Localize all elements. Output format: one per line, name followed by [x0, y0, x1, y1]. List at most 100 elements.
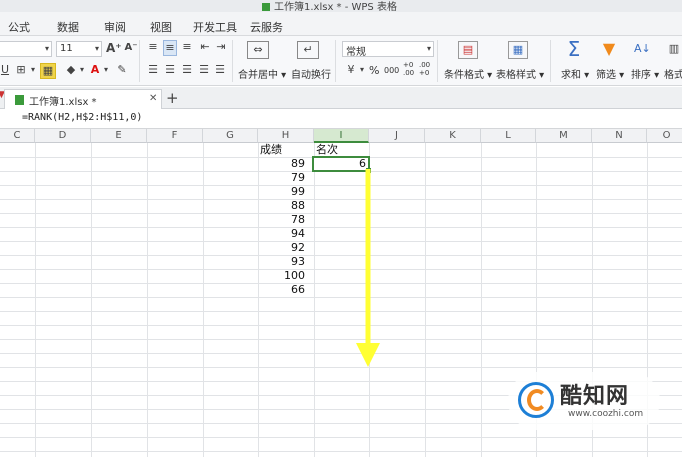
formula-bar[interactable]: =RANK(H2,H$2:H$11,0)	[0, 110, 682, 129]
column-header-k[interactable]: K	[425, 129, 481, 143]
format-icon[interactable]: ▥	[666, 41, 682, 57]
align-right-icon[interactable]: ☰	[180, 63, 194, 77]
menu-cloud[interactable]: 云服务	[250, 19, 283, 35]
align-bottom-icon[interactable]: ≡	[180, 40, 194, 54]
font-color-icon[interactable]: A	[88, 63, 102, 77]
conditional-format-icon[interactable]: ▤	[458, 41, 478, 59]
currency-icon[interactable]: ¥	[343, 63, 359, 77]
cell-h5[interactable]: 88	[258, 198, 305, 213]
tab-workbook1[interactable]: 工作簿1.xlsx * ✕	[4, 89, 162, 109]
table-style-button[interactable]: 表格样式 ▾	[496, 66, 544, 81]
wrap-text-button[interactable]: 自动换行	[291, 66, 331, 81]
clear-format-icon[interactable]: ✎	[114, 63, 130, 77]
table-style-icon[interactable]: ▦	[508, 41, 528, 59]
conditional-format-label: 条件格式	[444, 70, 484, 81]
sum-icon[interactable]: Σ	[564, 39, 584, 59]
column-header-h[interactable]: H	[258, 129, 314, 143]
sort-label: 排序	[631, 70, 651, 81]
gridline	[0, 255, 682, 256]
sum-button[interactable]: 求和 ▾	[561, 66, 589, 81]
menu-formula[interactable]: 公式	[8, 19, 30, 35]
merge-center-icon[interactable]: ⇔	[247, 41, 269, 59]
chevron-down-icon[interactable]: ▾	[102, 63, 110, 77]
chevron-down-icon[interactable]: ▾	[29, 63, 37, 77]
wps-sheet-icon	[262, 3, 270, 11]
thousands-button[interactable]: 000	[384, 66, 399, 75]
distributed-icon[interactable]: ☰	[213, 63, 227, 77]
justify-icon[interactable]: ☰	[197, 63, 211, 77]
close-icon[interactable]: ✕	[149, 93, 157, 104]
increase-font-icon[interactable]: A⁺	[106, 41, 122, 55]
cell-h9[interactable]: 93	[258, 254, 305, 269]
spreadsheet-grid[interactable]: C D E F G H I J K L M N O 成绩 名次 6 89 79 …	[0, 129, 682, 457]
menu-data[interactable]: 数据	[57, 19, 79, 35]
borders-icon[interactable]: ⊞	[14, 63, 28, 77]
ribbon-toolbar: ▾ 11 ▾ A⁺ A⁻ U ⊞ ▾ ▦ ◆ ▾ A ▾ ✎ ≡ ≡ ≡ ⇤ ⇥…	[0, 36, 682, 86]
format-button[interactable]: 格式	[664, 66, 682, 81]
conditional-format-button[interactable]: 条件格式 ▾	[444, 66, 492, 81]
ribbon-separator	[335, 40, 336, 82]
cell-h6[interactable]: 78	[258, 212, 305, 227]
table-style-label: 表格样式	[496, 70, 536, 81]
cell-h2[interactable]: 89	[258, 156, 305, 171]
column-header-m[interactable]: M	[536, 129, 592, 143]
percent-button[interactable]: %	[369, 64, 379, 77]
column-header-f[interactable]: F	[147, 129, 203, 143]
sort-icon[interactable]: A↓	[634, 41, 651, 57]
gridline	[0, 269, 682, 270]
decrease-decimal-button[interactable]: .00 +0	[419, 61, 430, 77]
menu-developer[interactable]: 开发工具	[193, 19, 237, 35]
column-header-o[interactable]: O	[647, 129, 682, 143]
new-tab-plus-icon[interactable]: +	[166, 89, 179, 107]
chevron-down-icon: ▾	[426, 44, 431, 53]
formula-text[interactable]: =RANK(H2,H$2:H$11,0)	[22, 112, 142, 123]
sort-button[interactable]: 排序 ▾	[631, 66, 659, 81]
indent-decrease-icon[interactable]: ⇤	[198, 40, 212, 54]
chevron-down-icon[interactable]: ▾	[358, 63, 366, 77]
increase-decimal-button[interactable]: +0 .00	[403, 61, 414, 77]
indent-increase-icon[interactable]: ⇥	[214, 40, 228, 54]
menu-review[interactable]: 审阅	[104, 19, 126, 35]
gridline	[0, 199, 682, 200]
cell-h3[interactable]: 79	[258, 170, 305, 185]
cell-h10[interactable]: 100	[258, 268, 305, 283]
gridline	[0, 227, 682, 228]
font-size-dropdown[interactable]: 11 ▾	[56, 41, 102, 57]
decrease-font-icon[interactable]: A⁻	[124, 41, 138, 55]
watermark-badge: 酷知网 www.coozhi.com	[508, 372, 660, 430]
ribbon-separator	[139, 40, 140, 82]
align-middle-icon[interactable]: ≡	[163, 40, 177, 56]
cell-i1[interactable]: 名次	[316, 142, 338, 157]
wrap-text-icon[interactable]: ↵	[297, 41, 319, 59]
watermark-name: 酷知网	[560, 384, 630, 409]
ribbon-separator	[232, 40, 233, 82]
align-left-icon[interactable]: ☰	[146, 63, 160, 77]
menu-view[interactable]: 视图	[150, 19, 172, 35]
cell-h4[interactable]: 99	[258, 184, 305, 199]
paint-bucket-icon[interactable]: ◆	[64, 63, 78, 77]
font-family-dropdown[interactable]: ▾	[0, 41, 52, 57]
gridline	[0, 241, 682, 242]
filter-button[interactable]: 筛选 ▾	[596, 66, 624, 81]
fill-down-arrow	[356, 169, 380, 367]
column-header-n[interactable]: N	[592, 129, 647, 143]
cell-h1[interactable]: 成绩	[260, 142, 282, 157]
column-header-l[interactable]: L	[481, 129, 536, 143]
column-header-g[interactable]: G	[203, 129, 258, 143]
column-header-d[interactable]: D	[35, 129, 91, 143]
filter-icon[interactable]: ▼	[600, 39, 618, 59]
align-center-icon[interactable]: ☰	[163, 63, 177, 77]
chevron-down-icon[interactable]: ▾	[78, 63, 86, 77]
underline-icon[interactable]: U	[0, 63, 10, 77]
column-header-c[interactable]: C	[0, 129, 35, 143]
column-header-j[interactable]: J	[369, 129, 425, 143]
cell-h11[interactable]: 66	[258, 282, 305, 297]
cell-h8[interactable]: 92	[258, 240, 305, 255]
column-header-i[interactable]: I	[314, 129, 369, 143]
align-top-icon[interactable]: ≡	[146, 40, 160, 54]
fill-color-icon[interactable]: ▦	[40, 63, 56, 79]
cell-h7[interactable]: 94	[258, 226, 305, 241]
merge-center-button[interactable]: 合并居中 ▾	[238, 66, 286, 81]
column-header-e[interactable]: E	[91, 129, 147, 143]
number-format-dropdown[interactable]: 常规 ▾	[342, 41, 434, 58]
